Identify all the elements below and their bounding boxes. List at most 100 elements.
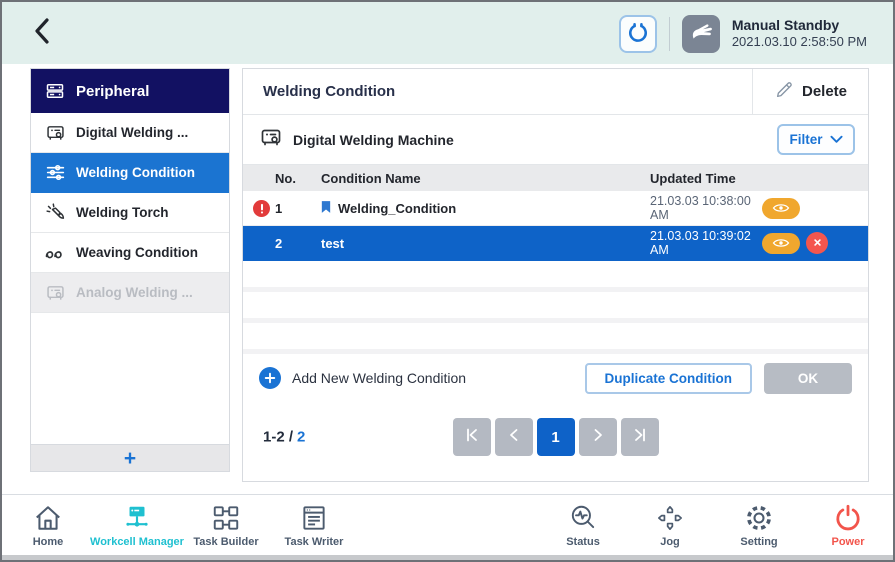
view-eye-button[interactable]: [762, 233, 800, 254]
chevron-right-icon: [590, 427, 606, 448]
table-row-welding-condition[interactable]: 1 Welding_Condition 21.03.03 10:38:00 AM: [243, 191, 868, 226]
nav-label: Setting: [740, 536, 777, 548]
add-new-condition-label: Add New Welding Condition: [292, 370, 466, 386]
chevron-down-icon: [830, 132, 843, 147]
delete-button-label: Delete: [802, 83, 847, 100]
warning-cell: [253, 200, 275, 217]
task-builder-icon: [211, 502, 241, 534]
row-actions: [762, 198, 868, 219]
add-new-condition-button[interactable]: Add New Welding Condition: [259, 367, 585, 389]
nav-label: Home: [33, 536, 64, 548]
column-updated-time: Updated Time: [650, 171, 762, 186]
app-screen: Manual Standby 2021.03.10 2:58:50 PM Per…: [0, 0, 895, 562]
welding-machine-icon: [44, 122, 66, 144]
sidebar-item-label: Weaving Condition: [76, 245, 198, 260]
page-title: Welding Condition: [243, 69, 752, 114]
bookmark-icon: [321, 200, 331, 217]
sidebar-add-button[interactable]: +: [31, 444, 229, 471]
pencil-icon: [774, 80, 794, 104]
delete-row-button[interactable]: [806, 232, 828, 254]
ok-button[interactable]: OK: [764, 363, 852, 394]
condition-name-cell: Welding_Condition: [313, 200, 650, 217]
page-range-info: 1-2 /2: [263, 429, 305, 446]
chevron-left-icon: [506, 427, 522, 448]
gripper-icon: [626, 20, 650, 49]
last-page-icon: [632, 427, 648, 448]
weaving-icon: [44, 242, 66, 264]
plus-icon: [259, 367, 281, 389]
jog-icon: [655, 502, 685, 534]
sidebar-item-analog-welding: Analog Welding ...: [31, 273, 229, 313]
view-eye-button[interactable]: [762, 198, 800, 219]
sidebar-item-welding-torch[interactable]: Welding Torch: [31, 193, 229, 233]
last-page-button[interactable]: [621, 418, 659, 456]
divider: [669, 17, 670, 51]
table-row-test[interactable]: 2 test 21.03.03 10:39:02 AM: [243, 226, 868, 261]
status-icon: [568, 502, 598, 534]
task-writer-icon: [299, 502, 329, 534]
hand-icon: [688, 19, 714, 50]
pager: 1: [453, 418, 659, 456]
sidebar-item-welding-condition[interactable]: Welding Condition: [31, 153, 229, 193]
gear-icon: [744, 502, 774, 534]
sidebar-item-weaving-condition[interactable]: Weaving Condition: [31, 233, 229, 273]
prev-page-button[interactable]: [495, 418, 533, 456]
sidebar-item-label: Analog Welding ...: [76, 285, 193, 300]
column-condition-name: Condition Name: [313, 171, 650, 186]
first-page-button[interactable]: [453, 418, 491, 456]
back-button[interactable]: [24, 15, 60, 51]
nav-item-task-writer[interactable]: Task Writer: [254, 502, 374, 548]
sidebar-header-peripheral: Peripheral: [31, 69, 229, 113]
table-row-empty: [243, 292, 868, 323]
machine-label: Digital Welding Machine: [293, 132, 454, 148]
filter-button[interactable]: Filter: [777, 124, 855, 155]
screen-bottom-strip: [2, 555, 893, 560]
page-total: 2: [297, 429, 305, 446]
delete-button[interactable]: Delete: [752, 69, 868, 114]
table-row-empty: [243, 323, 868, 354]
machine-row: Digital Welding Machine Filter: [243, 115, 868, 165]
warning-icon: [253, 200, 270, 217]
top-bar: Manual Standby 2021.03.10 2:58:50 PM: [2, 2, 893, 64]
nav-label: Jog: [660, 536, 680, 548]
sidebar-item-digital-welding[interactable]: Digital Welding ...: [31, 113, 229, 153]
bottom-navigation: Home Workcell Manager Task Builder Task …: [2, 494, 893, 558]
workcell-manager-icon: [122, 502, 152, 534]
machine-info: Digital Welding Machine: [259, 125, 777, 154]
peripheral-sidebar: Peripheral Digital Welding ... Welding C…: [30, 68, 230, 472]
next-page-button[interactable]: [579, 418, 617, 456]
power-icon: [833, 502, 863, 534]
peripheral-icon: [44, 80, 66, 102]
sidebar-item-label: Welding Torch: [76, 205, 169, 220]
torch-icon: [44, 202, 66, 224]
duplicate-condition-button[interactable]: Duplicate Condition: [585, 363, 753, 394]
column-no: No.: [275, 171, 313, 186]
robot-status-title: Manual Standby: [732, 17, 867, 35]
nav-label: Status: [566, 536, 600, 548]
first-page-icon: [464, 427, 480, 448]
page-button-1[interactable]: 1: [537, 418, 575, 456]
row-number: 1: [275, 201, 313, 216]
servo-recovery-button[interactable]: [619, 15, 657, 53]
nav-label: Task Builder: [193, 536, 258, 548]
welding-condition-panel: Welding Condition Delete Digital Welding…: [242, 68, 869, 482]
sidebar-spacer: [31, 313, 229, 444]
nav-item-power[interactable]: Power: [788, 502, 895, 548]
row-number: 2: [275, 236, 313, 251]
status-area: Manual Standby 2021.03.10 2:58:50 PM: [619, 14, 867, 54]
manual-mode-badge: [682, 15, 720, 53]
condition-name: test: [321, 236, 344, 251]
robot-status-time: 2021.03.10 2:58:50 PM: [732, 34, 867, 51]
welding-machine-icon: [259, 125, 283, 154]
sliders-icon: [44, 162, 66, 184]
table-row-empty: [243, 261, 868, 292]
pagination-row: 1-2 /2 1: [243, 418, 868, 456]
condition-name-cell: test: [313, 236, 650, 251]
nav-label: Power: [831, 536, 864, 548]
panel-title-row: Welding Condition Delete: [243, 69, 868, 115]
close-icon: [812, 236, 823, 251]
sidebar-item-label: Digital Welding ...: [76, 125, 188, 140]
sidebar-item-label: Welding Condition: [76, 165, 195, 180]
robot-status: Manual Standby 2021.03.10 2:58:50 PM: [732, 17, 867, 51]
table-header: No. Condition Name Updated Time: [243, 165, 868, 191]
